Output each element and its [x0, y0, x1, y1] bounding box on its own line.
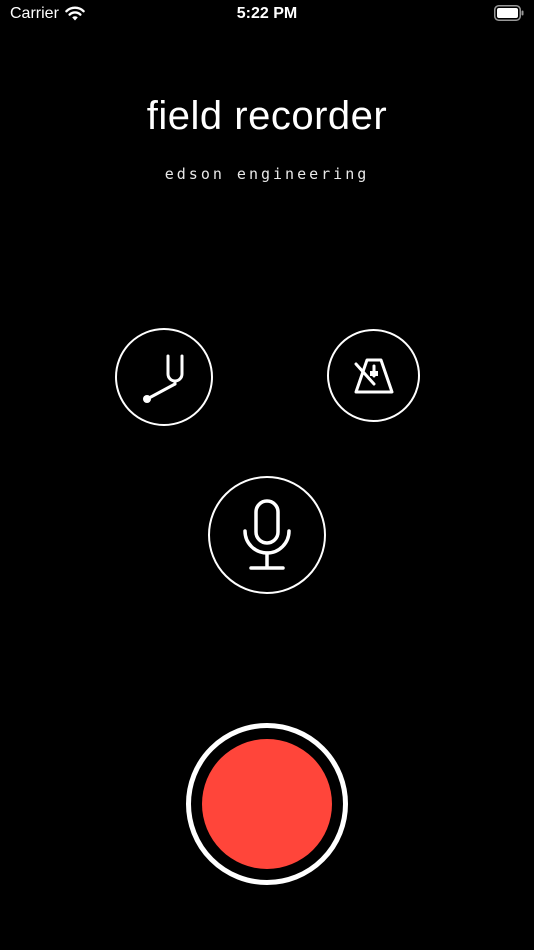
microphone-button[interactable]	[208, 476, 326, 594]
status-bar: Carrier 5:22 PM	[0, 0, 534, 30]
tuning-fork-icon	[143, 354, 184, 403]
clock-time: 5:22 PM	[236, 5, 298, 22]
battery-icon	[494, 5, 524, 21]
record-icon	[202, 739, 332, 869]
app-title: field recorder	[146, 94, 388, 138]
record-button[interactable]	[186, 723, 348, 885]
tuner-button[interactable]	[115, 328, 213, 426]
microphone-icon	[243, 499, 291, 570]
metronome-button[interactable]	[327, 329, 420, 422]
metronome-icon	[354, 358, 393, 393]
app-subtitle: edson engineering	[164, 165, 370, 183]
